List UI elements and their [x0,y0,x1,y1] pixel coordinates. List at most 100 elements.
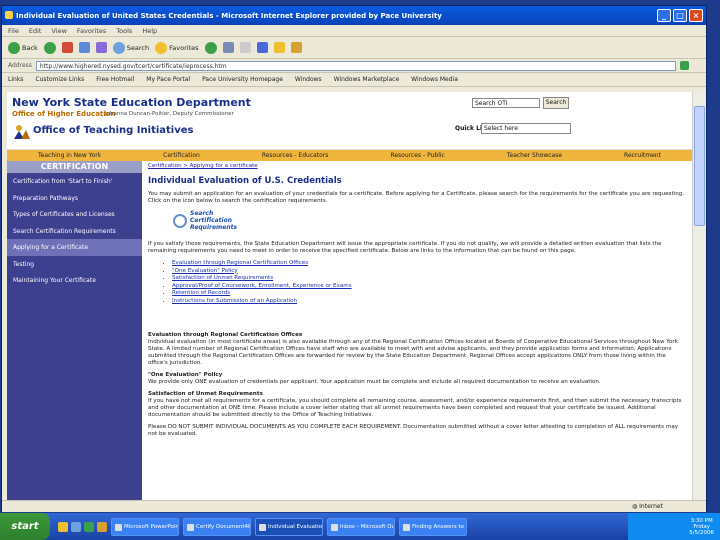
list-item[interactable]: "One Evaluation" Policy [172,268,686,276]
section-links: Evaluation through Regional Certificatio… [172,260,686,306]
search-button[interactable]: Search [112,41,149,54]
page-title: Individual Evaluation of U.S. Credential… [148,176,342,186]
nav-resources-public[interactable]: Resources - Public [390,152,444,159]
nav-teacher-showcase[interactable]: Teacher Showcase [507,152,562,159]
section-body: Please DO NOT SUBMIT INDIVIDUAL DOCUMENT… [148,423,679,437]
paragraph-2: If you satisfy those requirements, the S… [148,241,662,254]
folder-button[interactable] [273,42,285,53]
start-button[interactable]: start [0,513,50,540]
clock-date: 5/5/2006 [689,529,714,536]
section-title: Satisfaction of Unmet Requirements [148,390,263,397]
section-body: We provide only ONE evaluation of creden… [148,378,601,385]
sidebar-item-start-to-finish[interactable]: Certification from 'Start to Finish' [7,173,142,190]
link-windows-marketplace[interactable]: Windows Marketplace [334,76,399,83]
back-button[interactable]: Back [8,41,38,54]
sidebar: CERTIFICATION Certification from 'Start … [7,161,142,500]
messenger-button[interactable] [290,42,302,53]
close-button[interactable]: × [689,9,703,22]
stop-button[interactable] [61,42,73,53]
sidebar-item-maintaining[interactable]: Maintaining Your Certificate [7,272,142,289]
star-icon [155,41,168,54]
menu-tools[interactable]: Tools [116,27,132,35]
section-body: If you have not met all requirements for… [148,397,682,418]
site-subtitle: Office of Higher Education [12,110,116,118]
menu-bar: File Edit View Favorites Tools Help [2,25,706,37]
status-bar: ◍ Internet [2,500,706,512]
link-customize[interactable]: Customize Links [35,76,84,83]
print-button[interactable] [239,42,251,53]
refresh-button[interactable] [78,42,90,53]
nav-teaching[interactable]: Teaching in New York [38,152,101,159]
list-item[interactable]: Satisfaction of Unmet Requirements [172,275,686,283]
quick-launch-icon[interactable] [71,521,81,532]
intro-paragraph: You may submit an application for an eva… [148,191,685,204]
section-title: "One Evaluation" Policy [148,371,223,378]
site-title[interactable]: New York State Education Department [12,96,251,109]
link-windows[interactable]: Windows [295,76,322,83]
status-zone: Internet [639,503,663,510]
quick-launch-icon[interactable] [84,521,94,532]
sidebar-item-pathways[interactable]: Preparation Pathways [7,190,142,207]
list-item[interactable]: Evaluation through Regional Certificatio… [172,260,686,268]
address-bar: Address http://www.highered.nysed.gov/tc… [2,59,706,73]
search-requirements-link[interactable]: Search Certification Requirements [173,210,686,231]
mail-button[interactable] [222,42,234,53]
home-button[interactable] [95,42,107,53]
task-button[interactable]: Certify Document4PNA [183,517,251,536]
link-pace-portal[interactable]: My Pace Portal [146,76,190,83]
menu-file[interactable]: File [8,27,19,35]
link-hotmail[interactable]: Free Hotmail [96,76,134,83]
breadcrumb[interactable]: Certification > Applying for a certifica… [148,163,686,170]
clock-time[interactable]: 3:30 PM [689,518,714,524]
magnifier-icon [173,213,187,228]
sidebar-item-testing[interactable]: Testing [7,256,142,273]
site-search-button[interactable]: Search [543,97,569,109]
back-arrow-icon [8,41,20,54]
maximize-button[interactable]: □ [673,9,687,22]
task-button[interactable]: Inbox - Microsoft Out... [327,517,395,536]
link-windows-media[interactable]: Windows Media [411,76,458,83]
search-icon [112,41,125,54]
scrollbar-thumb[interactable] [694,106,705,226]
sidebar-item-applying[interactable]: Applying for a Certificate [7,239,142,256]
address-input[interactable]: http://www.highered.nysed.gov/tcert/cert… [35,60,676,71]
site-subtitle-2: Johanna Duncan-Poitier, Deputy Commissio… [105,111,234,117]
menu-help[interactable]: Help [142,27,157,35]
sidebar-heading: CERTIFICATION [7,161,142,173]
section-body: Individual evaluation (in most certifica… [148,338,678,366]
system-tray: 3:30 PM Friday 5/5/2006 [628,513,720,540]
media-button[interactable] [204,41,217,54]
nav-resources-educators[interactable]: Resources - Educators [262,152,329,159]
menu-view[interactable]: View [51,27,66,35]
link-pace-home[interactable]: Pace University Homepage [202,76,283,83]
favorites-button[interactable]: Favorites [155,41,199,54]
vertical-scrollbar[interactable] [692,92,706,500]
nav-recruitment[interactable]: Recruitment [624,152,661,159]
window-title: Individual Evaluation of United States C… [16,11,442,20]
list-item[interactable]: Approval/Proof of Coursework, Enrollment… [172,283,686,291]
minimize-button[interactable]: _ [657,9,671,22]
list-item[interactable]: Retention of Records [172,290,686,298]
quicklinks-select[interactable]: Select here [481,123,571,134]
forward-button[interactable] [43,41,56,54]
toolbar: Back Search Favorites [2,37,706,59]
task-button[interactable]: Finding Answers to a... [399,517,467,536]
task-button-active[interactable]: Individual Evaluation ... [255,517,323,536]
oti-title[interactable]: Office of Teaching Initiatives [33,125,194,136]
links-bar: Links Customize Links Free Hotmail My Pa… [2,73,706,87]
quick-launch-icon[interactable] [97,521,107,532]
sidebar-item-search-requirements[interactable]: Search Certification Requirements [7,223,142,240]
list-item[interactable]: Instructions for Submission of an Applic… [172,298,686,306]
edit-button[interactable] [256,42,268,53]
browser-window: Individual Evaluation of United States C… [1,5,707,512]
sidebar-item-types[interactable]: Types of Certificates and Licenses [7,206,142,223]
nav-certification[interactable]: Certification [163,152,200,159]
desktop-edge [708,0,720,513]
go-button[interactable] [679,61,689,70]
title-bar: Individual Evaluation of United States C… [2,6,706,25]
menu-favorites[interactable]: Favorites [77,27,106,35]
task-button[interactable]: Microsoft PowerPoint ... [111,517,179,536]
menu-edit[interactable]: Edit [29,27,42,35]
site-search-input[interactable]: Search OTI [472,98,540,108]
quick-launch-icon[interactable] [58,521,68,532]
